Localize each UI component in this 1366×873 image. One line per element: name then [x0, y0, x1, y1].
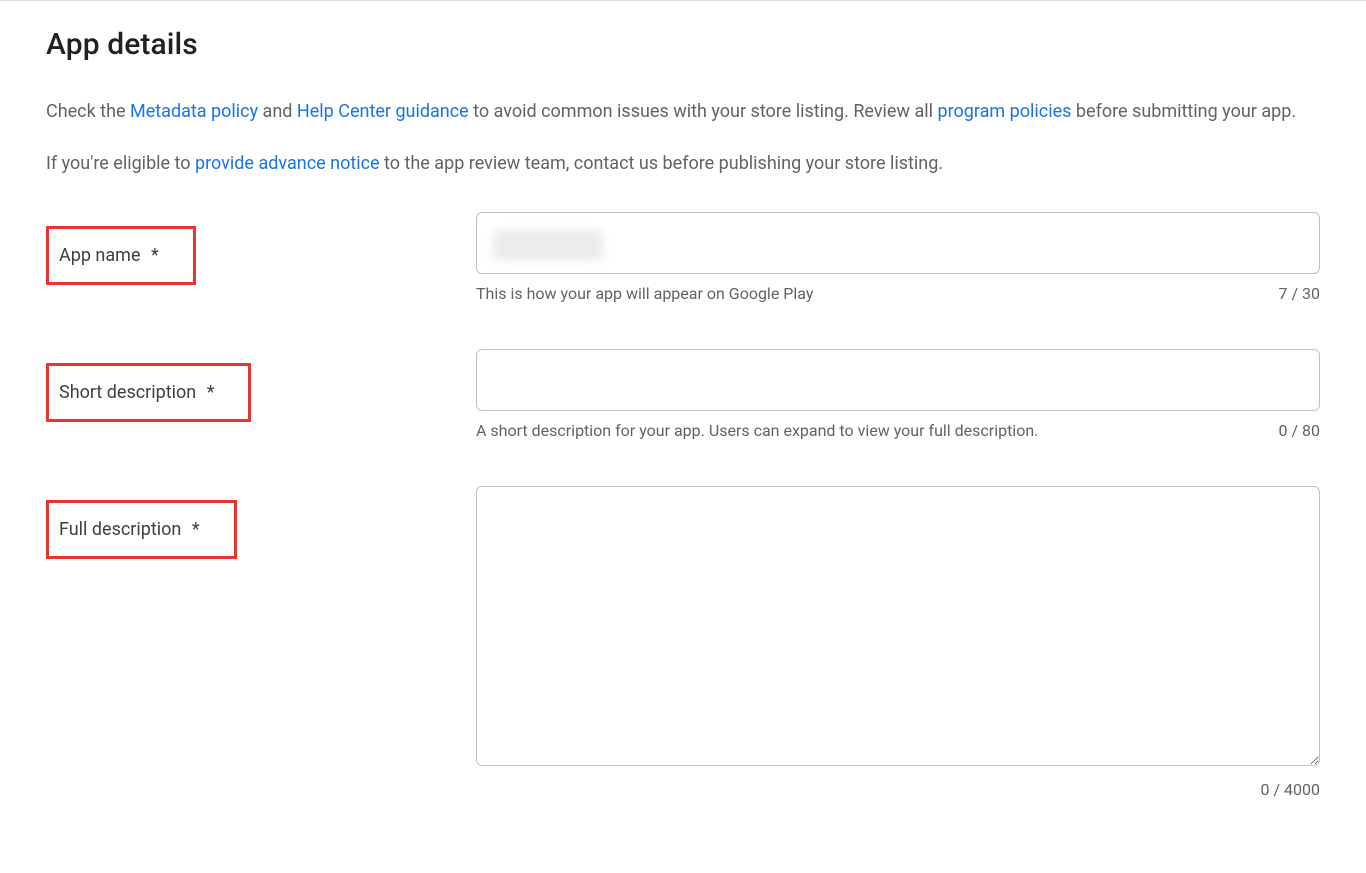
program-policies-link[interactable]: program policies	[937, 101, 1071, 122]
short-description-row: Short description * A short description …	[46, 349, 1320, 440]
short-description-label-text: Short description	[59, 382, 196, 403]
full-description-field-col: 0 / 4000	[476, 486, 1320, 799]
short-description-label-col: Short description *	[46, 349, 476, 422]
app-name-helper-text: This is how your app will appear on Goog…	[476, 284, 1278, 303]
required-asterisk: *	[207, 382, 215, 403]
full-description-helper-text	[476, 780, 1261, 799]
full-description-label-col: Full description *	[46, 486, 476, 559]
app-name-label-col: App name *	[46, 212, 476, 285]
full-description-label-highlight: Full description *	[46, 500, 237, 559]
short-description-helper-text: A short description for your app. Users …	[476, 421, 1278, 440]
intro2-pre: If you're eligible to	[46, 153, 195, 174]
section-title: App details	[46, 27, 1320, 62]
app-name-field-col: This is how your app will appear on Goog…	[476, 212, 1320, 303]
required-asterisk: *	[151, 245, 159, 266]
intro-paragraph-1: Check the Metadata policy and Help Cente…	[46, 98, 1306, 126]
help-center-guidance-link[interactable]: Help Center guidance	[297, 101, 469, 122]
required-asterisk: *	[192, 519, 200, 540]
full-description-textarea[interactable]	[476, 486, 1320, 766]
intro1-pre: Check the	[46, 101, 130, 122]
short-description-input[interactable]	[476, 349, 1320, 411]
intro-paragraph-2: If you're eligible to provide advance no…	[46, 150, 1306, 178]
intro1-post: before submitting your app.	[1071, 101, 1296, 122]
short-description-label-highlight: Short description *	[46, 363, 251, 422]
advance-notice-link[interactable]: provide advance notice	[195, 153, 380, 174]
app-name-label-highlight: App name *	[46, 226, 196, 285]
app-details-section: App details Check the Metadata policy an…	[0, 1, 1366, 849]
full-description-label-text: Full description	[59, 519, 181, 540]
intro2-post: to the app review team, contact us befor…	[380, 153, 944, 174]
metadata-policy-link[interactable]: Metadata policy	[130, 101, 258, 122]
app-name-helper-row: This is how your app will appear on Goog…	[476, 284, 1320, 303]
app-name-redacted-value	[493, 230, 603, 260]
app-name-char-counter: 7 / 30	[1278, 284, 1320, 303]
full-description-helper-row: 0 / 4000	[476, 780, 1320, 799]
full-description-char-counter: 0 / 4000	[1261, 780, 1321, 799]
app-name-label-text: App name	[59, 245, 140, 266]
short-description-helper-row: A short description for your app. Users …	[476, 421, 1320, 440]
app-name-input[interactable]	[476, 212, 1320, 274]
full-description-row: Full description * 0 / 4000	[46, 486, 1320, 799]
intro1-mid2: to avoid common issues with your store l…	[469, 101, 938, 122]
app-name-row: App name * This is how your app will app…	[46, 212, 1320, 303]
short-description-char-counter: 0 / 80	[1278, 421, 1320, 440]
short-description-field-col: A short description for your app. Users …	[476, 349, 1320, 440]
form-area: App name * This is how your app will app…	[46, 212, 1320, 799]
intro1-mid1: and	[258, 101, 297, 122]
